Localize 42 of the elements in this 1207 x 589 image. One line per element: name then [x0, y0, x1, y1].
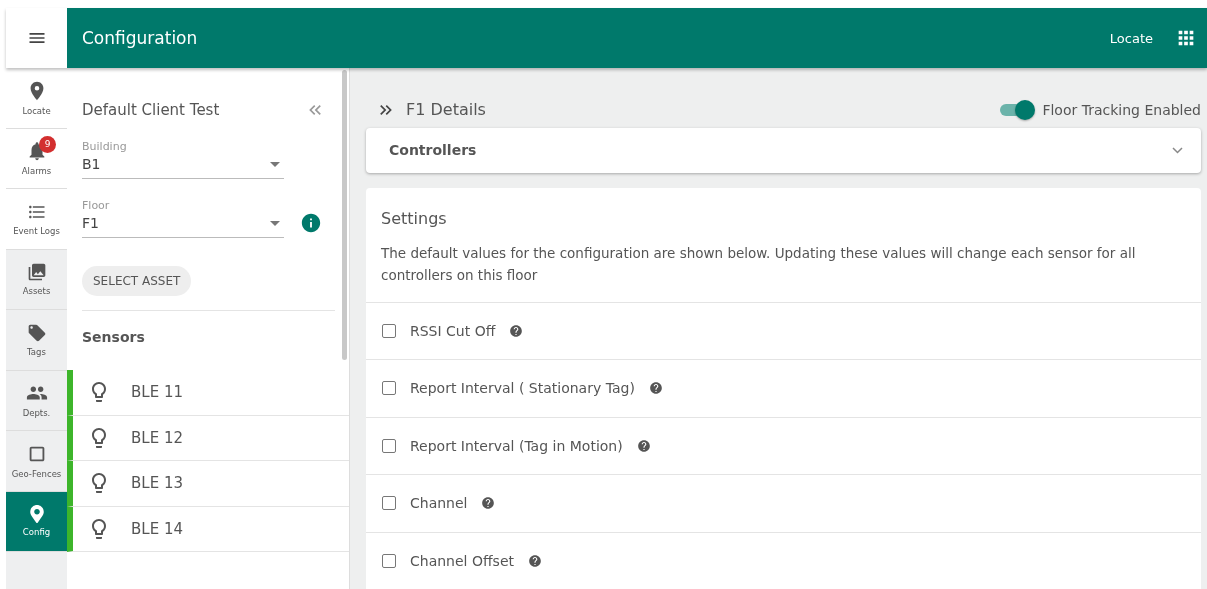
sensor-name: BLE 11: [131, 383, 183, 402]
checkbox[interactable]: [382, 496, 396, 511]
sensor-name: BLE 14: [131, 519, 183, 538]
help-icon[interactable]: [636, 438, 651, 453]
page-title: Configuration: [82, 28, 199, 48]
select-asset-button[interactable]: SELECT ASSET: [82, 266, 192, 296]
alarm-count-badge: 9: [39, 135, 56, 153]
tracking-label: Floor Tracking Enabled: [1042, 101, 1201, 118]
nav-item[interactable]: Locate: [6, 68, 67, 129]
chevron-icon: [1172, 146, 1183, 154]
floor-select[interactable]: Floor F1: [82, 199, 284, 238]
controllers-panel[interactable]: Controllers: [366, 127, 1201, 173]
checkbox[interactable]: [382, 381, 396, 396]
building-select[interactable]: Building B1: [82, 140, 284, 179]
sensors-heading: Sensors: [82, 329, 146, 345]
details-title: F1 Details: [406, 100, 487, 120]
option-label: Report Interval (Tag in Motion): [410, 437, 623, 454]
nav-item[interactable]: Config: [6, 491, 67, 552]
locate-link[interactable]: Locate: [1109, 30, 1153, 46]
checkbox[interactable]: [382, 438, 396, 453]
option-label: RSSI Cut Off: [410, 322, 496, 339]
dropdown-caret-icon[interactable]: [270, 220, 280, 226]
checkbox[interactable]: [382, 553, 396, 568]
option-label: Report Interval ( Stationary Tag): [410, 380, 635, 397]
tag-icon: [26, 322, 47, 343]
dropdown-caret-icon[interactable]: [270, 161, 280, 167]
settings-description: The default values for the configuration are shown below. Updating these values will change each sensor for all controllers on this floor: [380, 243, 1137, 285]
option-label: Channel Offset: [410, 552, 514, 569]
settings-heading: Settings: [380, 207, 448, 228]
nav-item[interactable]: Event Logs: [6, 189, 67, 250]
info-icon[interactable]: [300, 212, 322, 234]
help-icon[interactable]: [648, 381, 663, 396]
sensor-name: BLE 12: [131, 428, 183, 447]
help-icon[interactable]: [528, 553, 542, 568]
tracking-toggle[interactable]: [1000, 99, 1035, 120]
client-name: Default Client Test: [82, 101, 220, 119]
nav-item[interactable]: Alarms 9: [6, 128, 67, 189]
sensor-name: BLE 13: [131, 474, 183, 493]
option-label: Channel: [410, 495, 468, 512]
help-icon[interactable]: [481, 496, 496, 511]
help-icon[interactable]: [509, 323, 524, 338]
checkbox[interactable]: [382, 323, 396, 338]
